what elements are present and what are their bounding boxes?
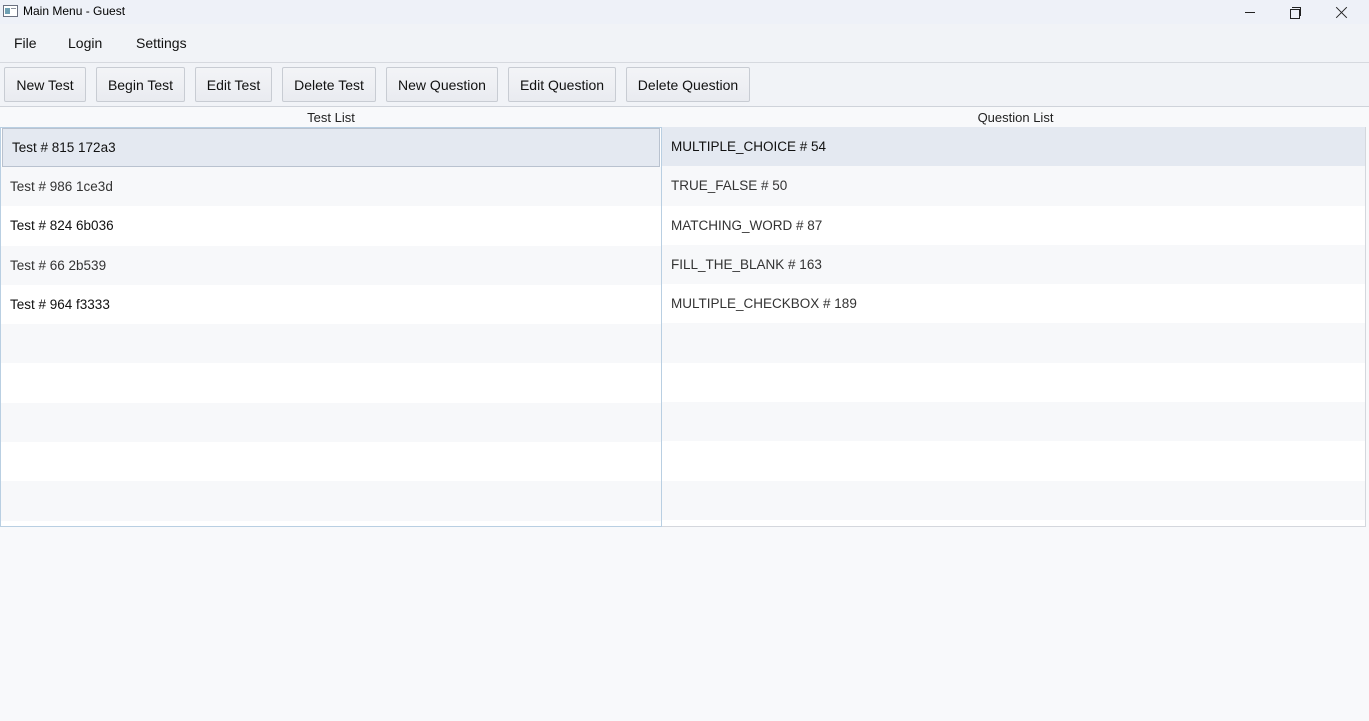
empty-row [662, 323, 1365, 363]
minimize-button[interactable] [1227, 0, 1273, 24]
app-window-icon [3, 5, 18, 17]
menu-file[interactable]: File [0, 35, 50, 51]
toolbar: New Test Begin Test Edit Test Delete Tes… [0, 63, 1369, 107]
test-list[interactable]: Test # 815 172a3 Test # 986 1ce3d Test #… [0, 127, 662, 527]
empty-row [1, 363, 661, 402]
empty-row [1, 324, 661, 364]
question-list-item[interactable]: MULTIPLE_CHECKBOX # 189 [662, 284, 1365, 323]
close-button[interactable] [1318, 0, 1364, 24]
question-list-item[interactable]: FILL_THE_BLANK # 163 [662, 244, 1365, 285]
new-question-button[interactable]: New Question [386, 67, 498, 102]
empty-row [662, 480, 1365, 520]
delete-question-button[interactable]: Delete Question [626, 67, 750, 102]
test-list-item[interactable]: Test # 986 1ce3d [1, 167, 661, 207]
question-list-header: Question List [662, 108, 1369, 127]
question-list[interactable]: MULTIPLE_CHOICE # 54 TRUE_FALSE # 50 MAT… [662, 127, 1366, 527]
main-menu-window: Main Menu - Guest File Login Settings Ne… [0, 0, 1369, 721]
empty-row [1, 442, 661, 481]
close-icon [1335, 6, 1348, 19]
empty-row [662, 402, 1365, 442]
test-list-header: Test List [0, 108, 662, 127]
menu-settings[interactable]: Settings [122, 35, 202, 51]
restore-button[interactable] [1272, 0, 1318, 24]
test-list-item[interactable]: Test # 964 f3333 [1, 285, 661, 324]
menu-bar: File Login Settings [0, 24, 1369, 63]
title-bar[interactable]: Main Menu - Guest [0, 0, 1369, 24]
question-list-item[interactable]: MULTIPLE_CHOICE # 54 [662, 127, 1365, 167]
empty-row [662, 363, 1365, 402]
test-list-item[interactable]: Test # 66 2b539 [1, 245, 661, 285]
menu-login[interactable]: Login [54, 35, 118, 51]
empty-row [1, 481, 661, 521]
test-list-item[interactable]: Test # 815 172a3 [2, 128, 660, 167]
question-list-item[interactable]: TRUE_FALSE # 50 [662, 166, 1365, 206]
edit-test-button[interactable]: Edit Test [195, 67, 272, 102]
window-title: Main Menu - Guest [23, 4, 126, 18]
empty-row [1, 402, 661, 443]
minimize-icon [1245, 11, 1255, 13]
restore-icon [1289, 6, 1301, 19]
edit-question-button[interactable]: Edit Question [508, 67, 616, 102]
delete-test-button[interactable]: Delete Test [282, 67, 376, 102]
new-test-button[interactable]: New Test [4, 67, 86, 102]
test-list-item[interactable]: Test # 824 6b036 [1, 206, 661, 245]
begin-test-button[interactable]: Begin Test [96, 67, 185, 102]
empty-row [662, 441, 1365, 480]
question-list-item[interactable]: MATCHING_WORD # 87 [662, 206, 1365, 245]
